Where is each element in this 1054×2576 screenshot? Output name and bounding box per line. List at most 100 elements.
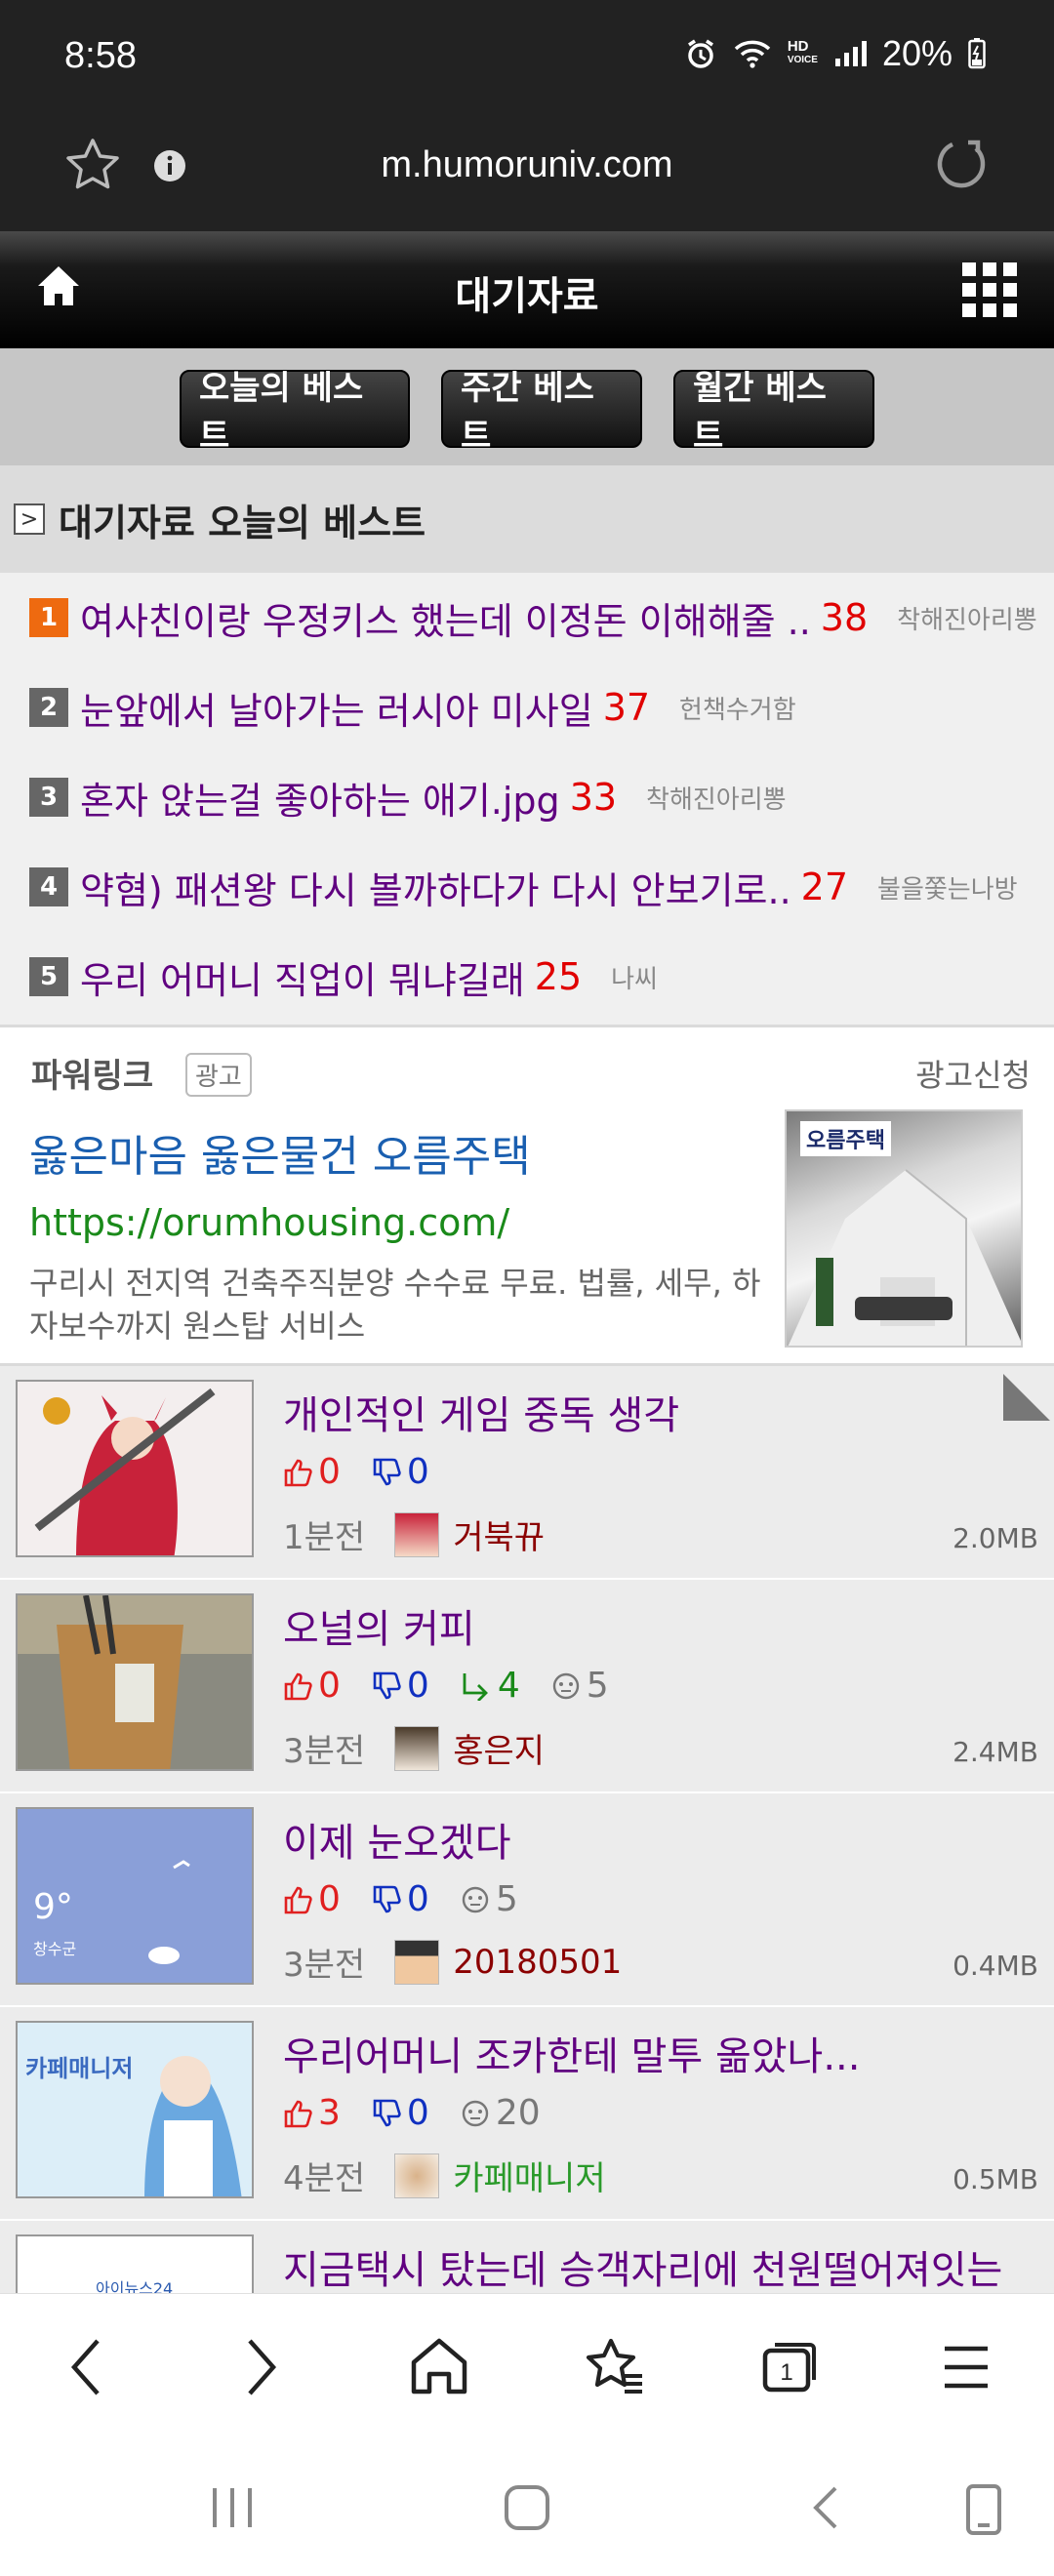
thumbs-up-icon — [284, 1459, 312, 1486]
bookmarks-icon[interactable] — [582, 2333, 646, 2405]
svg-text:1: 1 — [780, 2359, 792, 2386]
post-title[interactable]: 이제 눈오겠다 — [283, 1811, 511, 1868]
browser-url-bar: m.humoruniv.com — [0, 109, 1054, 231]
post-title[interactable]: 개인적인 게임 중독 생각 — [283, 1384, 679, 1440]
post-thumbnail[interactable]: 9° 창수군 — [16, 1807, 254, 1985]
page-title: 대기자료 — [455, 274, 599, 319]
downvote-stat[interactable]: 0 — [372, 1452, 429, 1492]
hd-label: HD — [787, 38, 809, 55]
reply-stat: 4 — [461, 1666, 520, 1706]
rank-badge: 2 — [29, 688, 68, 727]
reply-count: 4 — [497, 1666, 520, 1706]
upvote-stat[interactable]: 0 — [283, 1452, 341, 1492]
best-item[interactable]: 5 우리 어머니 직업이 뭐냐길래 25 나씨 — [0, 932, 1054, 1022]
best-item-author[interactable]: 나씨 — [611, 959, 658, 995]
best-item-title[interactable]: 여사친이랑 우정키스 했는데 이정돈 이해해줄 .. — [80, 591, 811, 645]
avatar[interactable] — [394, 1725, 440, 1771]
avatar[interactable] — [394, 1511, 440, 1557]
ad-apply-link[interactable]: 광고신청 — [915, 1051, 1031, 1096]
battery-icon — [968, 38, 986, 69]
tabs-icon[interactable]: 1 — [757, 2333, 820, 2405]
url-text[interactable]: m.humoruniv.com — [0, 144, 1054, 186]
best-item-title[interactable]: 우리 어머니 직업이 뭐냐길래 — [80, 950, 525, 1004]
post-thumbnail[interactable] — [16, 1380, 254, 1557]
powerlink-ad: 파워링크 광고 광고신청 옳은마음 옳은물건 오름주택 https://orum… — [0, 1025, 1054, 1366]
thumbs-down-icon — [373, 1458, 401, 1485]
tab-monthly-best[interactable]: 월간 베스트 — [673, 369, 874, 456]
best-item-count: 25 — [534, 955, 583, 998]
home-nav-icon[interactable] — [408, 2333, 470, 2405]
post-thumbnail[interactable] — [16, 1593, 254, 1771]
post-stats: 3 0 20 — [283, 2093, 562, 2133]
upvote-count: 0 — [318, 1879, 341, 1919]
best-item[interactable]: 2 눈앞에서 날아가는 러시아 미사일 37 헌책수거함 — [0, 663, 1054, 752]
best-item[interactable]: 1 여사친이랑 우정키스 했는데 이정돈 이해해줄 .. 38 착해진아리뽕 — [0, 573, 1054, 663]
best-item-author[interactable]: 헌책수거함 — [679, 690, 796, 726]
post-title[interactable]: 오널의 커피 — [283, 1597, 475, 1654]
tab-weekly-best[interactable]: 주간 베스트 — [441, 369, 642, 456]
recent-apps-icon[interactable] — [209, 2482, 256, 2537]
comment-count: 20 — [495, 2093, 541, 2133]
feed-item[interactable]: 카페매니저 우리어머니 조카한테 말투 옮았나... 3 0 20 4분전 카페… — [0, 2007, 1054, 2221]
thumb-caption: 아이뉴스24 — [96, 2279, 174, 2293]
reload-icon[interactable] — [933, 135, 992, 197]
comment-face-icon — [462, 2100, 489, 2126]
grid-menu-icon[interactable] — [960, 261, 1019, 323]
post-thumbnail[interactable]: 카페매니저 — [16, 2021, 254, 2198]
best-item[interactable]: 3 혼자 앉는걸 좋아하는 애기.jpg 33 착해진아리뽕 — [0, 752, 1054, 842]
alarm-icon — [684, 37, 717, 70]
comment-count: 5 — [495, 1879, 518, 1919]
best-tabs: 오늘의 베스트 주간 베스트 월간 베스트 — [0, 348, 1054, 465]
best-item-count: 27 — [800, 865, 849, 908]
post-meta: 3분전 홍은지 — [283, 1724, 545, 1772]
menu-icon[interactable] — [941, 2333, 992, 2405]
post-author[interactable]: 20180501 — [453, 1943, 622, 1982]
best-item-title[interactable]: 약혐) 패션왕 다시 볼까하다가 다시 안보기로.. — [80, 861, 791, 914]
ad-headline[interactable]: 옳은마음 옳은물건 오름주택 — [29, 1121, 531, 1184]
ad-link[interactable]: https://orumhousing.com/ — [29, 1201, 509, 1244]
status-bar: 8:58 HD VOICE 20% — [0, 0, 1054, 109]
best-item-author[interactable]: 착해진아리뽕 — [897, 600, 1037, 636]
upvote-stat[interactable]: 0 — [283, 1879, 341, 1919]
upvote-stat[interactable]: 0 — [283, 1666, 341, 1706]
ad-description: 구리시 전지역 건축주직분양 수수료 무료. 법률, 세무, 하자보수까지 원스… — [29, 1265, 761, 1345]
post-author[interactable]: 거북뀨 — [453, 1510, 545, 1558]
downvote-stat[interactable]: 0 — [372, 1666, 429, 1706]
best-item-author[interactable]: 불을쫓는나방 — [877, 869, 1018, 906]
system-back-icon[interactable] — [806, 2482, 845, 2537]
screen-rotate-icon[interactable] — [964, 2482, 1003, 2541]
avatar[interactable] — [394, 2153, 440, 2198]
feed-item[interactable]: 아이뉴스24 지금택시 탔는데 승객자리에 천원떨어져잇는 — [0, 2221, 1054, 2293]
post-feed: 개인적인 게임 중독 생각 0 0 1분전 거북뀨 2.0MB 오널의 커피 0… — [0, 1366, 1054, 2293]
feed-item[interactable]: 개인적인 게임 중독 생각 0 0 1분전 거북뀨 2.0MB — [0, 1366, 1054, 1580]
thumbs-down-icon — [373, 1671, 401, 1699]
post-author[interactable]: 카페매니저 — [453, 2152, 605, 2199]
best-item-title[interactable]: 혼자 앉는걸 좋아하는 애기.jpg — [80, 771, 560, 825]
post-thumbnail[interactable]: 아이뉴스24 — [16, 2234, 254, 2293]
post-time: 3분전 — [283, 1732, 366, 1771]
post-author[interactable]: 홍은지 — [453, 1724, 545, 1772]
downvote-stat[interactable]: 0 — [372, 2093, 429, 2133]
downvote-count: 0 — [406, 1666, 429, 1706]
tab-today-best[interactable]: 오늘의 베스트 — [180, 369, 410, 456]
thumbs-up-icon — [284, 1886, 312, 1913]
hd-voice-icon: HD VOICE — [787, 38, 818, 67]
best-item-title[interactable]: 눈앞에서 날아가는 러시아 미사일 — [80, 681, 593, 735]
post-title[interactable]: 우리어머니 조카한테 말투 옮았나... — [283, 2025, 861, 2081]
upvote-stat[interactable]: 3 — [283, 2093, 341, 2133]
feed-item[interactable]: 오널의 커피 0 0 4 5 3분전 홍은지 2.4MB — [0, 1580, 1054, 1793]
best-item[interactable]: 4 약혐) 패션왕 다시 볼까하다가 다시 안보기로.. 27 불을쫓는나방 — [0, 842, 1054, 932]
avatar[interactable] — [394, 1939, 440, 1985]
downvote-stat[interactable]: 0 — [372, 1879, 429, 1919]
back-icon[interactable] — [64, 2333, 107, 2405]
system-home-icon[interactable] — [502, 2482, 552, 2537]
downvote-count: 0 — [406, 2093, 429, 2133]
signal-icon — [833, 39, 867, 68]
ad-image[interactable]: 오름주택 — [785, 1109, 1023, 1348]
forward-icon[interactable] — [240, 2333, 283, 2405]
best-item-author[interactable]: 착해진아리뽕 — [646, 780, 787, 816]
system-nav-bar — [0, 2439, 1054, 2576]
feed-item[interactable]: 9° 창수군 이제 눈오겠다 0 0 5 3분전 20180501 0.4MB — [0, 1793, 1054, 2007]
post-stats: 0 0 5 — [283, 1879, 540, 1919]
post-title[interactable]: 지금택시 탔는데 승객자리에 천원떨어져잇는 — [283, 2238, 1002, 2293]
